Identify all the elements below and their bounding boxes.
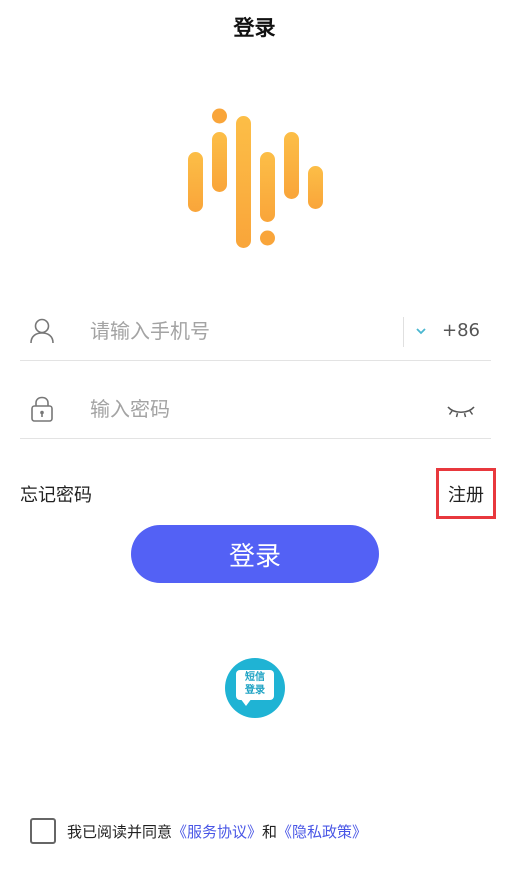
audio-wave-logo [188,108,323,248]
agreement-checkbox[interactable] [30,818,56,844]
sms-login-label: 短信 登录 [245,672,265,696]
phone-input[interactable] [90,312,390,350]
password-field [20,380,491,439]
password-input[interactable] [90,390,420,428]
page-title: 登录 [233,16,276,40]
eye-closed-icon[interactable] [446,402,476,420]
field-divider [403,317,404,347]
chevron-down-icon[interactable] [414,324,428,338]
forgot-password-link[interactable]: 忘记密码 [20,481,92,507]
service-agreement-link[interactable]: 《服务协议》 [172,821,262,842]
login-button[interactable]: 登录 [131,525,379,583]
register-link[interactable]: 注册 [436,468,496,519]
phone-field: +86 [20,302,491,361]
register-label: 注册 [448,484,484,506]
agreement-and: 和 [262,822,278,841]
sms-login-button[interactable]: 短信 登录 [225,658,285,718]
message-bubble-tail [240,698,252,706]
country-code[interactable]: +86 [442,320,480,341]
agreement-row: 我已阅读并同意 《服务协议》 和 《隐私政策》 [30,817,367,845]
privacy-policy-link[interactable]: 《隐私政策》 [277,821,367,842]
lock-icon [31,396,53,422]
user-icon [30,318,54,344]
agreement-prefix: 我已阅读并同意 [67,822,173,841]
